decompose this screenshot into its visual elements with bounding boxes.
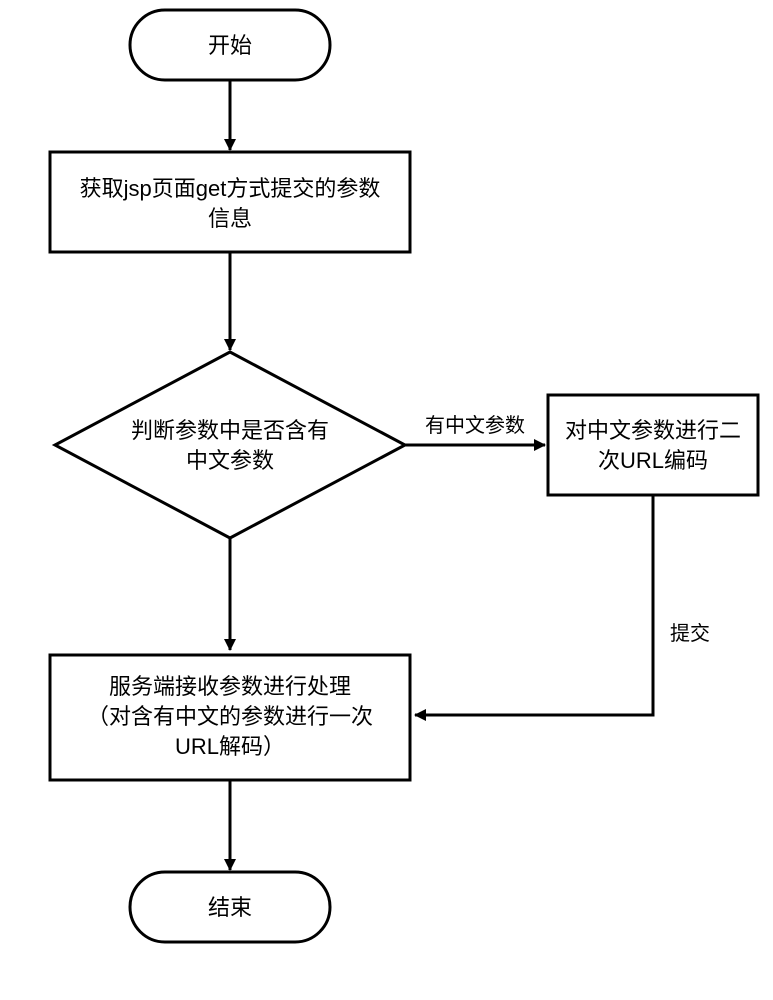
encode-line1: 对中文参数进行二 xyxy=(565,418,741,443)
decide-line2: 中文参数 xyxy=(186,448,274,473)
server-line2: （对含有中文的参数进行一次 xyxy=(87,704,373,729)
encode-node: 对中文参数进行二 次URL编码 xyxy=(548,395,758,495)
server-line3: URL解码） xyxy=(175,734,285,759)
acquire-node: 获取jsp页面get方式提交的参数 信息 xyxy=(50,152,410,252)
encode-line2: 次URL编码 xyxy=(598,448,708,473)
edge-has-cn-label: 有中文参数 xyxy=(425,414,525,437)
server-node: 服务端接收参数进行处理 （对含有中文的参数进行一次 URL解码） xyxy=(50,655,410,780)
flowchart-diagram: 开始 获取jsp页面get方式提交的参数 信息 判断参数中是否含有 中文参数 有… xyxy=(0,0,773,1000)
end-node: 结束 xyxy=(130,872,330,942)
edge-submit-label: 提交 xyxy=(670,622,710,645)
edge-encode-server xyxy=(415,495,653,715)
decide-line1: 判断参数中是否含有 xyxy=(131,418,329,443)
server-line1: 服务端接收参数进行处理 xyxy=(109,674,351,699)
decide-node: 判断参数中是否含有 中文参数 xyxy=(55,352,405,538)
end-label: 结束 xyxy=(208,895,252,920)
acquire-line1: 获取jsp页面get方式提交的参数 xyxy=(80,176,381,201)
start-label: 开始 xyxy=(208,33,252,58)
acquire-line2: 信息 xyxy=(208,206,252,231)
start-node: 开始 xyxy=(130,10,330,80)
